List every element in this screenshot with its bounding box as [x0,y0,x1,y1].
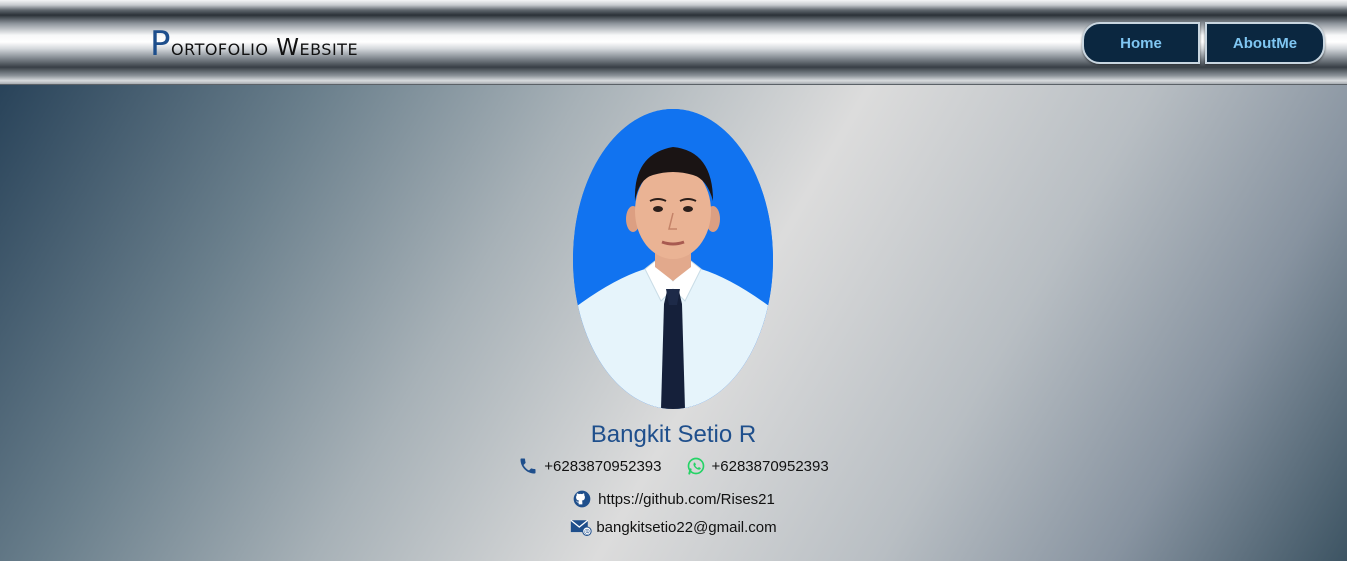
contact-phones-row: +6283870952393 +6283870952393 [0,456,1347,476]
contact-github-row: https://github.com/Rises21 [0,489,1347,509]
site-title-rest: ortofolio Website [171,35,359,61]
nav-home-button[interactable]: Home [1082,22,1200,64]
contact-email-row: @ bangkitsetio22@gmail.com [0,517,1347,537]
whatsapp-icon [686,456,706,476]
whatsapp-contact[interactable]: +6283870952393 [686,456,829,476]
profile-photo [573,109,773,409]
github-contact[interactable]: https://github.com/Rises21 [572,489,775,509]
site-title-initial: P [150,24,172,64]
whatsapp-number: +6283870952393 [711,457,829,475]
nav-aboutme-label: AboutMe [1232,34,1298,52]
email-address[interactable]: bangkitsetio22@gmail.com [596,519,776,536]
email-contact[interactable]: @ bangkitsetio22@gmail.com [570,517,777,537]
github-icon [572,489,592,509]
nav-home-label: Home [1120,34,1162,52]
header-bar: Portofolio Website Home AboutMe [0,0,1347,85]
nav-aboutme-button[interactable]: AboutMe [1205,22,1325,64]
phone-icon [518,456,538,476]
phone-number: +6283870952393 [544,457,662,475]
email-icon: @ [570,517,592,537]
site-title[interactable]: Portofolio Website [150,24,358,68]
profile-name: Bangkit Setio R [590,421,757,448]
svg-text:@: @ [584,529,590,535]
phone-contact[interactable]: +6283870952393 [518,456,662,476]
github-link[interactable]: https://github.com/Rises21 [598,491,775,508]
